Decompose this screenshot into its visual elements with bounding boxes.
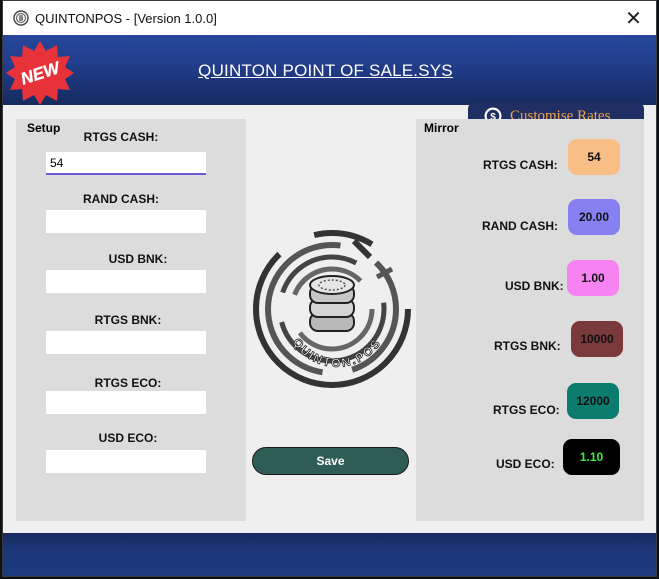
quinton-pos-logo: QUINTON.POS: [253, 230, 411, 388]
footer-bar: [3, 533, 656, 576]
app-logo-icon: [13, 10, 29, 26]
mirror-rand-cash-label: RAND CASH:: [482, 219, 558, 233]
mirror-usd-bnk-value: 1.00: [567, 260, 619, 296]
usd-eco-input[interactable]: [46, 450, 206, 473]
rand-cash-label: RAND CASH:: [83, 192, 159, 206]
usd-bnk-label: USD BNK:: [108, 252, 168, 266]
mirror-usd-eco-label: USD ECO:: [496, 457, 555, 471]
rtgs-cash-input[interactable]: [46, 152, 206, 175]
mirror-rtgs-cash-label: RTGS CASH:: [483, 158, 558, 172]
close-button[interactable]: ✕: [611, 1, 656, 35]
mirror-rtgs-eco-value: 12000: [567, 383, 619, 419]
coin-stack-icon: [309, 275, 355, 332]
mirror-panel-title: Mirror: [424, 121, 459, 135]
mirror-rtgs-cash-value: 54: [568, 139, 620, 175]
mirror-rtgs-bnk-value: 10000: [571, 321, 623, 357]
mirror-rand-cash-value: 20.00: [568, 199, 620, 235]
rtgs-bnk-label: RTGS BNK:: [94, 313, 162, 327]
page-title: QUINTON POINT OF SALE.SYS: [198, 61, 453, 80]
mirror-usd-bnk-label: USD BNK:: [505, 279, 564, 293]
save-button[interactable]: Save: [252, 447, 409, 475]
title-bar: QUINTONPOS - [Version 1.0.0] ✕: [3, 1, 656, 35]
usd-bnk-input[interactable]: [46, 270, 206, 293]
rtgs-bnk-input[interactable]: [46, 331, 206, 354]
mirror-usd-eco-value: 1.10: [563, 439, 620, 475]
usd-eco-label: USD ECO:: [98, 431, 158, 445]
mirror-rtgs-eco-label: RTGS ECO:: [493, 403, 560, 417]
new-badge: NEW: [6, 41, 74, 105]
app-window: QUINTONPOS - [Version 1.0.0] ✕ QUINTON P…: [2, 0, 657, 577]
rtgs-eco-input[interactable]: [46, 391, 206, 414]
rand-cash-input[interactable]: [46, 210, 206, 233]
header-banner: QUINTON POINT OF SALE.SYS: [3, 35, 656, 105]
rtgs-cash-label: RTGS CASH:: [83, 130, 159, 144]
mirror-rtgs-bnk-label: RTGS BNK:: [494, 339, 561, 353]
rtgs-eco-label: RTGS ECO:: [94, 376, 162, 390]
window-title: QUINTONPOS - [Version 1.0.0]: [35, 11, 217, 26]
